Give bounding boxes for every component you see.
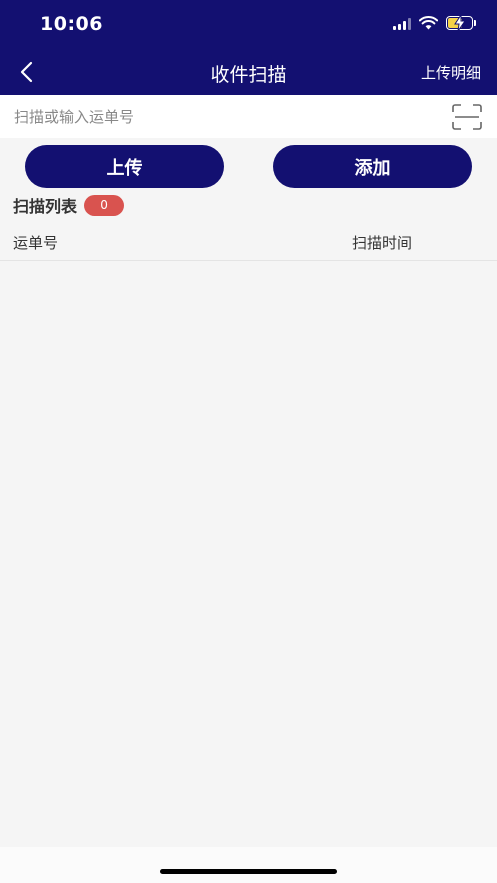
navigation-bar: 收件扫描 上传明细: [0, 50, 497, 94]
top-bar: 10:06 收件扫描 上传明细: [0, 0, 497, 95]
add-button[interactable]: 添加: [273, 145, 472, 188]
cellular-signal-icon: [393, 16, 411, 30]
table-header: 运单号 扫描时间: [0, 222, 497, 261]
status-icons: [393, 15, 476, 31]
scan-list-title: 扫描列表: [13, 197, 78, 216]
scan-icon: [452, 103, 482, 130]
screen: 10:06 收件扫描 上传明细 扫描或输入运单号 上传 添加 扫描列表 0 运单…: [0, 0, 497, 883]
battery-charging-icon: [446, 15, 476, 31]
action-buttons: 上传 添加: [0, 145, 497, 189]
scan-list-body[interactable]: [0, 262, 497, 847]
upload-button[interactable]: 上传: [25, 145, 224, 188]
waybill-input[interactable]: [0, 95, 447, 138]
scan-count-badge: 0: [84, 194, 125, 216]
wifi-icon: [419, 16, 438, 30]
scan-button[interactable]: [447, 97, 487, 137]
column-scan-time: 扫描时间: [352, 234, 413, 252]
waybill-search-row: [0, 95, 497, 138]
scan-list-header: 扫描列表 0: [13, 193, 125, 217]
upload-detail-link[interactable]: 上传明细: [421, 62, 481, 83]
home-indicator[interactable]: [160, 869, 337, 874]
column-waybill-number: 运单号: [13, 234, 59, 252]
home-indicator-area: [0, 847, 497, 883]
status-time: 10:06: [40, 13, 103, 35]
